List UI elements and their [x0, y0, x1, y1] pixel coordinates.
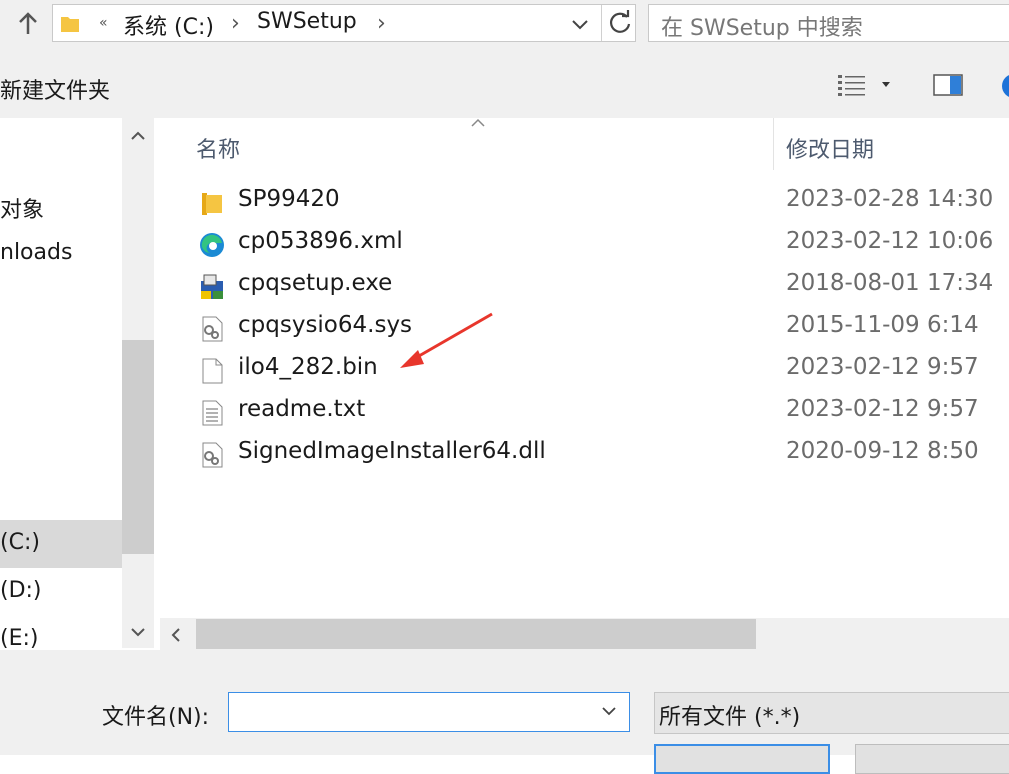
nav-item-drive-d[interactable]: (D:)	[0, 578, 42, 603]
nav-item[interactable]: nloads	[0, 240, 72, 265]
new-folder-button[interactable]: 新建文件夹	[0, 73, 110, 105]
table-row[interactable]: readme.txt 2023-02-12 9:57	[160, 392, 1009, 434]
file-name: SignedImageInstaller64.dll	[238, 438, 546, 464]
search-placeholder: 在 SWSetup 中搜索	[661, 16, 863, 41]
file-date: 2023-02-28 14:30	[786, 186, 994, 212]
up-arrow-icon[interactable]	[14, 10, 42, 38]
address-bar[interactable]: « 系统 (C:) › SWSetup ›	[52, 4, 636, 42]
chevron-down-icon[interactable]	[565, 9, 595, 39]
filetype-value: 所有文件 (*.*)	[659, 705, 801, 730]
table-row[interactable]: cpqsysio64.sys 2015-11-09 6:14	[160, 308, 1009, 350]
file-date: 2018-08-01 17:34	[786, 270, 994, 296]
chevron-down-icon[interactable]	[601, 705, 617, 717]
scroll-down-icon[interactable]	[130, 626, 146, 638]
refresh-button[interactable]	[601, 5, 638, 41]
sort-up-icon	[471, 118, 485, 127]
file-name: readme.txt	[238, 396, 366, 422]
breadcrumb-separator[interactable]: ›	[377, 11, 386, 36]
file-name: SP99420	[238, 186, 340, 212]
footer: 文件名(N): 所有文件 (*.*)	[0, 650, 1009, 774]
annotation-arrow-icon	[400, 312, 493, 368]
view-list-icon[interactable]	[838, 73, 866, 99]
system-file-icon	[202, 442, 223, 468]
breadcrumb-folder[interactable]: SWSetup	[257, 9, 357, 34]
nav-item[interactable]: 对象	[0, 192, 44, 224]
file-name: ilo4_282.bin	[238, 354, 378, 380]
search-input[interactable]: 在 SWSetup 中搜索	[648, 4, 1009, 42]
file-name: cp053896.xml	[238, 228, 403, 254]
view-dropdown-icon[interactable]	[880, 78, 892, 90]
scroll-left-icon[interactable]	[170, 627, 182, 643]
address-row: « 系统 (C:) › SWSetup › 在 SWSetup 中搜索	[0, 0, 1009, 56]
nav-item-drive-e[interactable]: (E:)	[0, 626, 38, 651]
preview-pane-icon[interactable]	[933, 74, 963, 96]
horizontal-scrollbar-thumb[interactable]	[196, 619, 756, 649]
file-list: 名称 修改日期 SP99420 2023-02-28 14:30 cp05389…	[160, 118, 1009, 618]
table-row[interactable]: cpqsetup.exe 2018-08-01 17:34	[160, 266, 1009, 308]
help-icon[interactable]	[1002, 74, 1009, 98]
nav-scrollbar-thumb[interactable]	[122, 340, 154, 554]
text-file-icon	[202, 400, 223, 426]
column-divider[interactable]	[773, 118, 774, 170]
open-button[interactable]	[654, 744, 830, 774]
navigation-pane: 对象 nloads (C:) (D:) (E:)	[0, 118, 157, 651]
table-row[interactable]: SP99420 2023-02-28 14:30	[160, 182, 1009, 224]
filetype-select[interactable]: 所有文件 (*.*)	[654, 692, 1009, 734]
folder-icon	[61, 17, 79, 32]
toolbar: 新建文件夹	[0, 56, 1009, 118]
column-header-modified[interactable]: 修改日期	[786, 132, 874, 164]
blank-file-icon	[202, 358, 223, 384]
breadcrumb-separator[interactable]: ›	[231, 11, 240, 36]
file-date: 2020-09-12 8:50	[786, 438, 979, 464]
installer-icon	[201, 274, 223, 299]
filename-input[interactable]	[228, 692, 630, 732]
nav-item-drive-c[interactable]: (C:)	[0, 530, 40, 555]
edge-icon	[200, 233, 224, 257]
system-file-icon	[202, 316, 223, 342]
nav-scrollbar[interactable]	[122, 118, 154, 648]
refresh-icon	[609, 10, 631, 33]
folder-icon	[202, 193, 222, 215]
file-date: 2015-11-09 6:14	[786, 312, 979, 338]
file-date: 2023-02-12 9:57	[786, 354, 979, 380]
breadcrumb-drive[interactable]: 系统 (C:)	[123, 9, 214, 41]
file-name: cpqsetup.exe	[238, 270, 393, 296]
table-row[interactable]: cp053896.xml 2023-02-12 10:06	[160, 224, 1009, 266]
file-date: 2023-02-12 10:06	[786, 228, 994, 254]
file-date: 2023-02-12 9:57	[786, 396, 979, 422]
cancel-button[interactable]	[855, 744, 1009, 774]
column-header-name[interactable]: 名称	[196, 132, 240, 164]
table-row[interactable]: SignedImageInstaller64.dll 2020-09-12 8:…	[160, 434, 1009, 476]
file-name: cpqsysio64.sys	[238, 312, 413, 338]
filename-label: 文件名(N):	[102, 705, 210, 730]
overflow-chevron-icon[interactable]: «	[99, 15, 108, 31]
table-row[interactable]: ilo4_282.bin 2023-02-12 9:57	[160, 350, 1009, 392]
horizontal-scrollbar[interactable]	[160, 618, 1009, 650]
scroll-up-icon[interactable]	[130, 130, 146, 142]
